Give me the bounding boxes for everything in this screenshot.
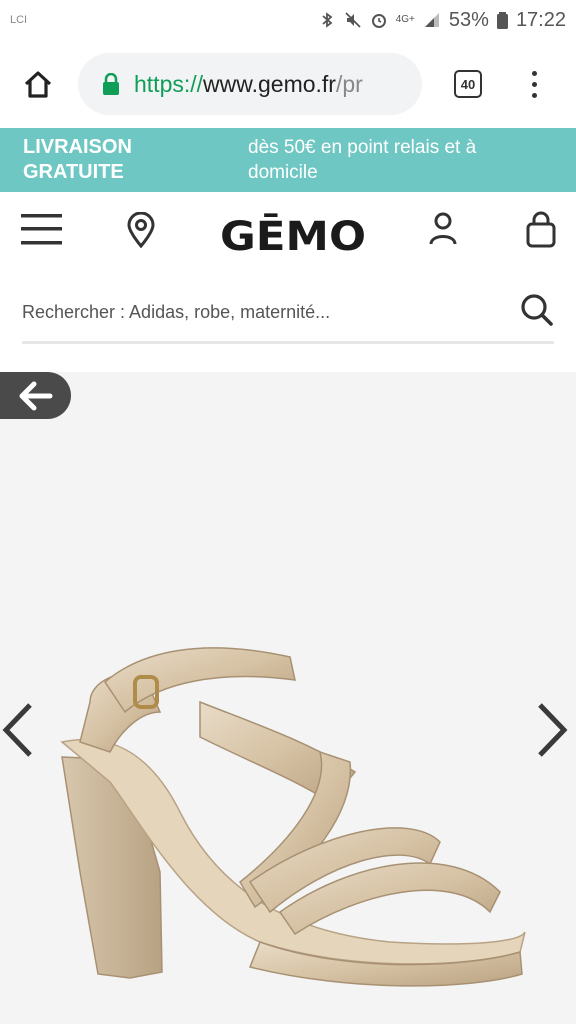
dot-icon [531,70,537,76]
bluetooth-icon [322,12,333,28]
network-type: 4G+ [395,14,415,25]
search-bar [22,280,554,344]
dot-icon [531,81,537,87]
search-input[interactable] [22,292,502,332]
gemo-logo[interactable]: GĒMO [220,209,366,253]
address-bar[interactable]: https://www.gemo.fr/pr [78,53,422,115]
chevron-right-icon[interactable] [534,700,570,760]
back-button[interactable] [0,372,71,419]
svg-text:GĒMO: GĒMO [220,212,366,253]
chevron-left-icon[interactable] [0,700,36,760]
home-button[interactable] [18,64,58,104]
overflow-menu-button[interactable] [530,70,538,98]
lock-icon [103,73,119,95]
product-gallery [0,372,576,1024]
promo-text: dès 50€ en point relais et à domicile [248,137,477,183]
site-header: GĒMO [0,192,576,274]
alarm-icon [371,14,386,28]
promo-title: LIVRAISON GRATUITE [23,136,132,183]
shopping-bag-icon[interactable] [526,210,556,248]
hamburger-menu-icon[interactable] [21,214,62,246]
home-icon [24,71,52,98]
arrow-left-icon [19,381,52,410]
browser-toolbar: https://www.gemo.fr/pr 40 [0,40,576,128]
battery-icon [496,12,508,29]
promo-banner[interactable]: LIVRAISON GRATUITE dès 50€ en point rela… [0,128,576,192]
dot-icon [531,92,537,98]
url-text: https://www.gemo.fr/pr [134,70,363,97]
search-icon[interactable] [520,293,554,327]
location-pin-icon[interactable] [126,212,156,248]
status-bar: LCI 4G+ 53% 17:22 [0,0,576,40]
tab-switcher-button[interactable]: 40 [454,70,482,98]
carrier-logo: LCI [10,14,28,26]
mute-icon [345,12,361,28]
user-icon[interactable] [428,212,458,246]
clock: 17:22 [515,8,566,31]
battery-percent: 53% [448,8,489,31]
signal-icon [424,13,439,27]
product-image[interactable] [50,642,530,1002]
